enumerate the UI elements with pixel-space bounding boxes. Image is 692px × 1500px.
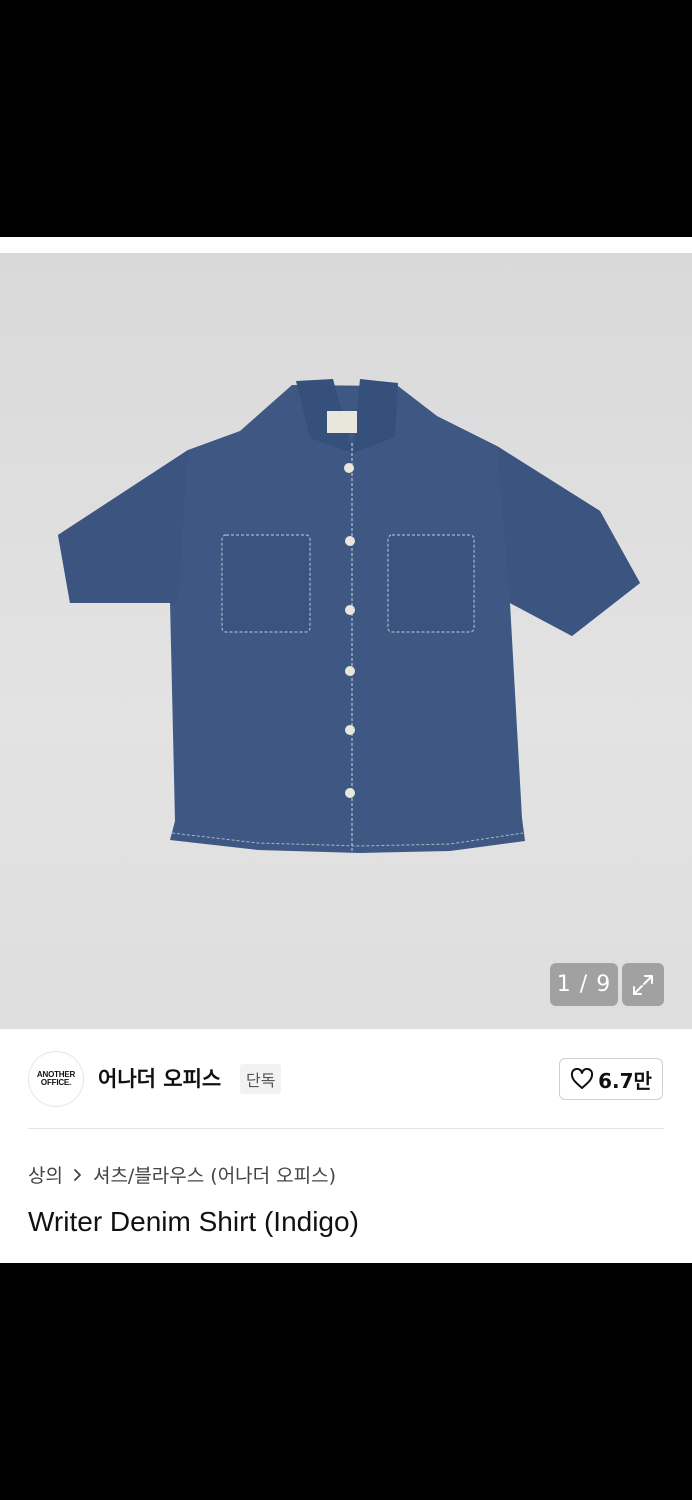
breadcrumb: 상의 셔츠/블라우스 (어나더 오피스): [28, 1161, 336, 1188]
heart-outline-icon: [571, 1068, 594, 1089]
like-count: 6.7만: [598, 1068, 652, 1093]
top-strip: [0, 237, 692, 253]
product-image: [58, 379, 640, 853]
product-image-gallery[interactable]: 1 / 9: [0, 253, 692, 1029]
brand-row: ANOTHER OFFICE. 어나더 오피스 단독 6.7만: [28, 1049, 664, 1107]
breadcrumb-category[interactable]: 상의: [28, 1161, 63, 1188]
brand-logo[interactable]: ANOTHER OFFICE.: [28, 1051, 84, 1107]
exclusive-badge: 단독: [240, 1064, 282, 1094]
product-title: Writer Denim Shirt (Indigo): [28, 1206, 359, 1237]
bottom-letterbox: [0, 1263, 692, 1500]
product-info: ANOTHER OFFICE. 어나더 오피스 단독 6.7만 상의 셔츠/블라…: [0, 1029, 692, 1263]
divider: [28, 1128, 664, 1129]
expand-icon: [633, 974, 653, 995]
brand-logo-line2: OFFICE.: [40, 1078, 72, 1087]
breadcrumb-subcategory[interactable]: 셔츠/블라우스 (어나더 오피스): [93, 1161, 336, 1188]
brand-name[interactable]: 어나더 오피스: [98, 1063, 221, 1093]
image-counter: 1 / 9: [550, 963, 618, 1006]
chevron-right-icon: [74, 1168, 81, 1181]
top-letterbox: [0, 0, 692, 237]
like-button[interactable]: 6.7만: [559, 1058, 663, 1100]
expand-button[interactable]: [622, 963, 664, 1006]
